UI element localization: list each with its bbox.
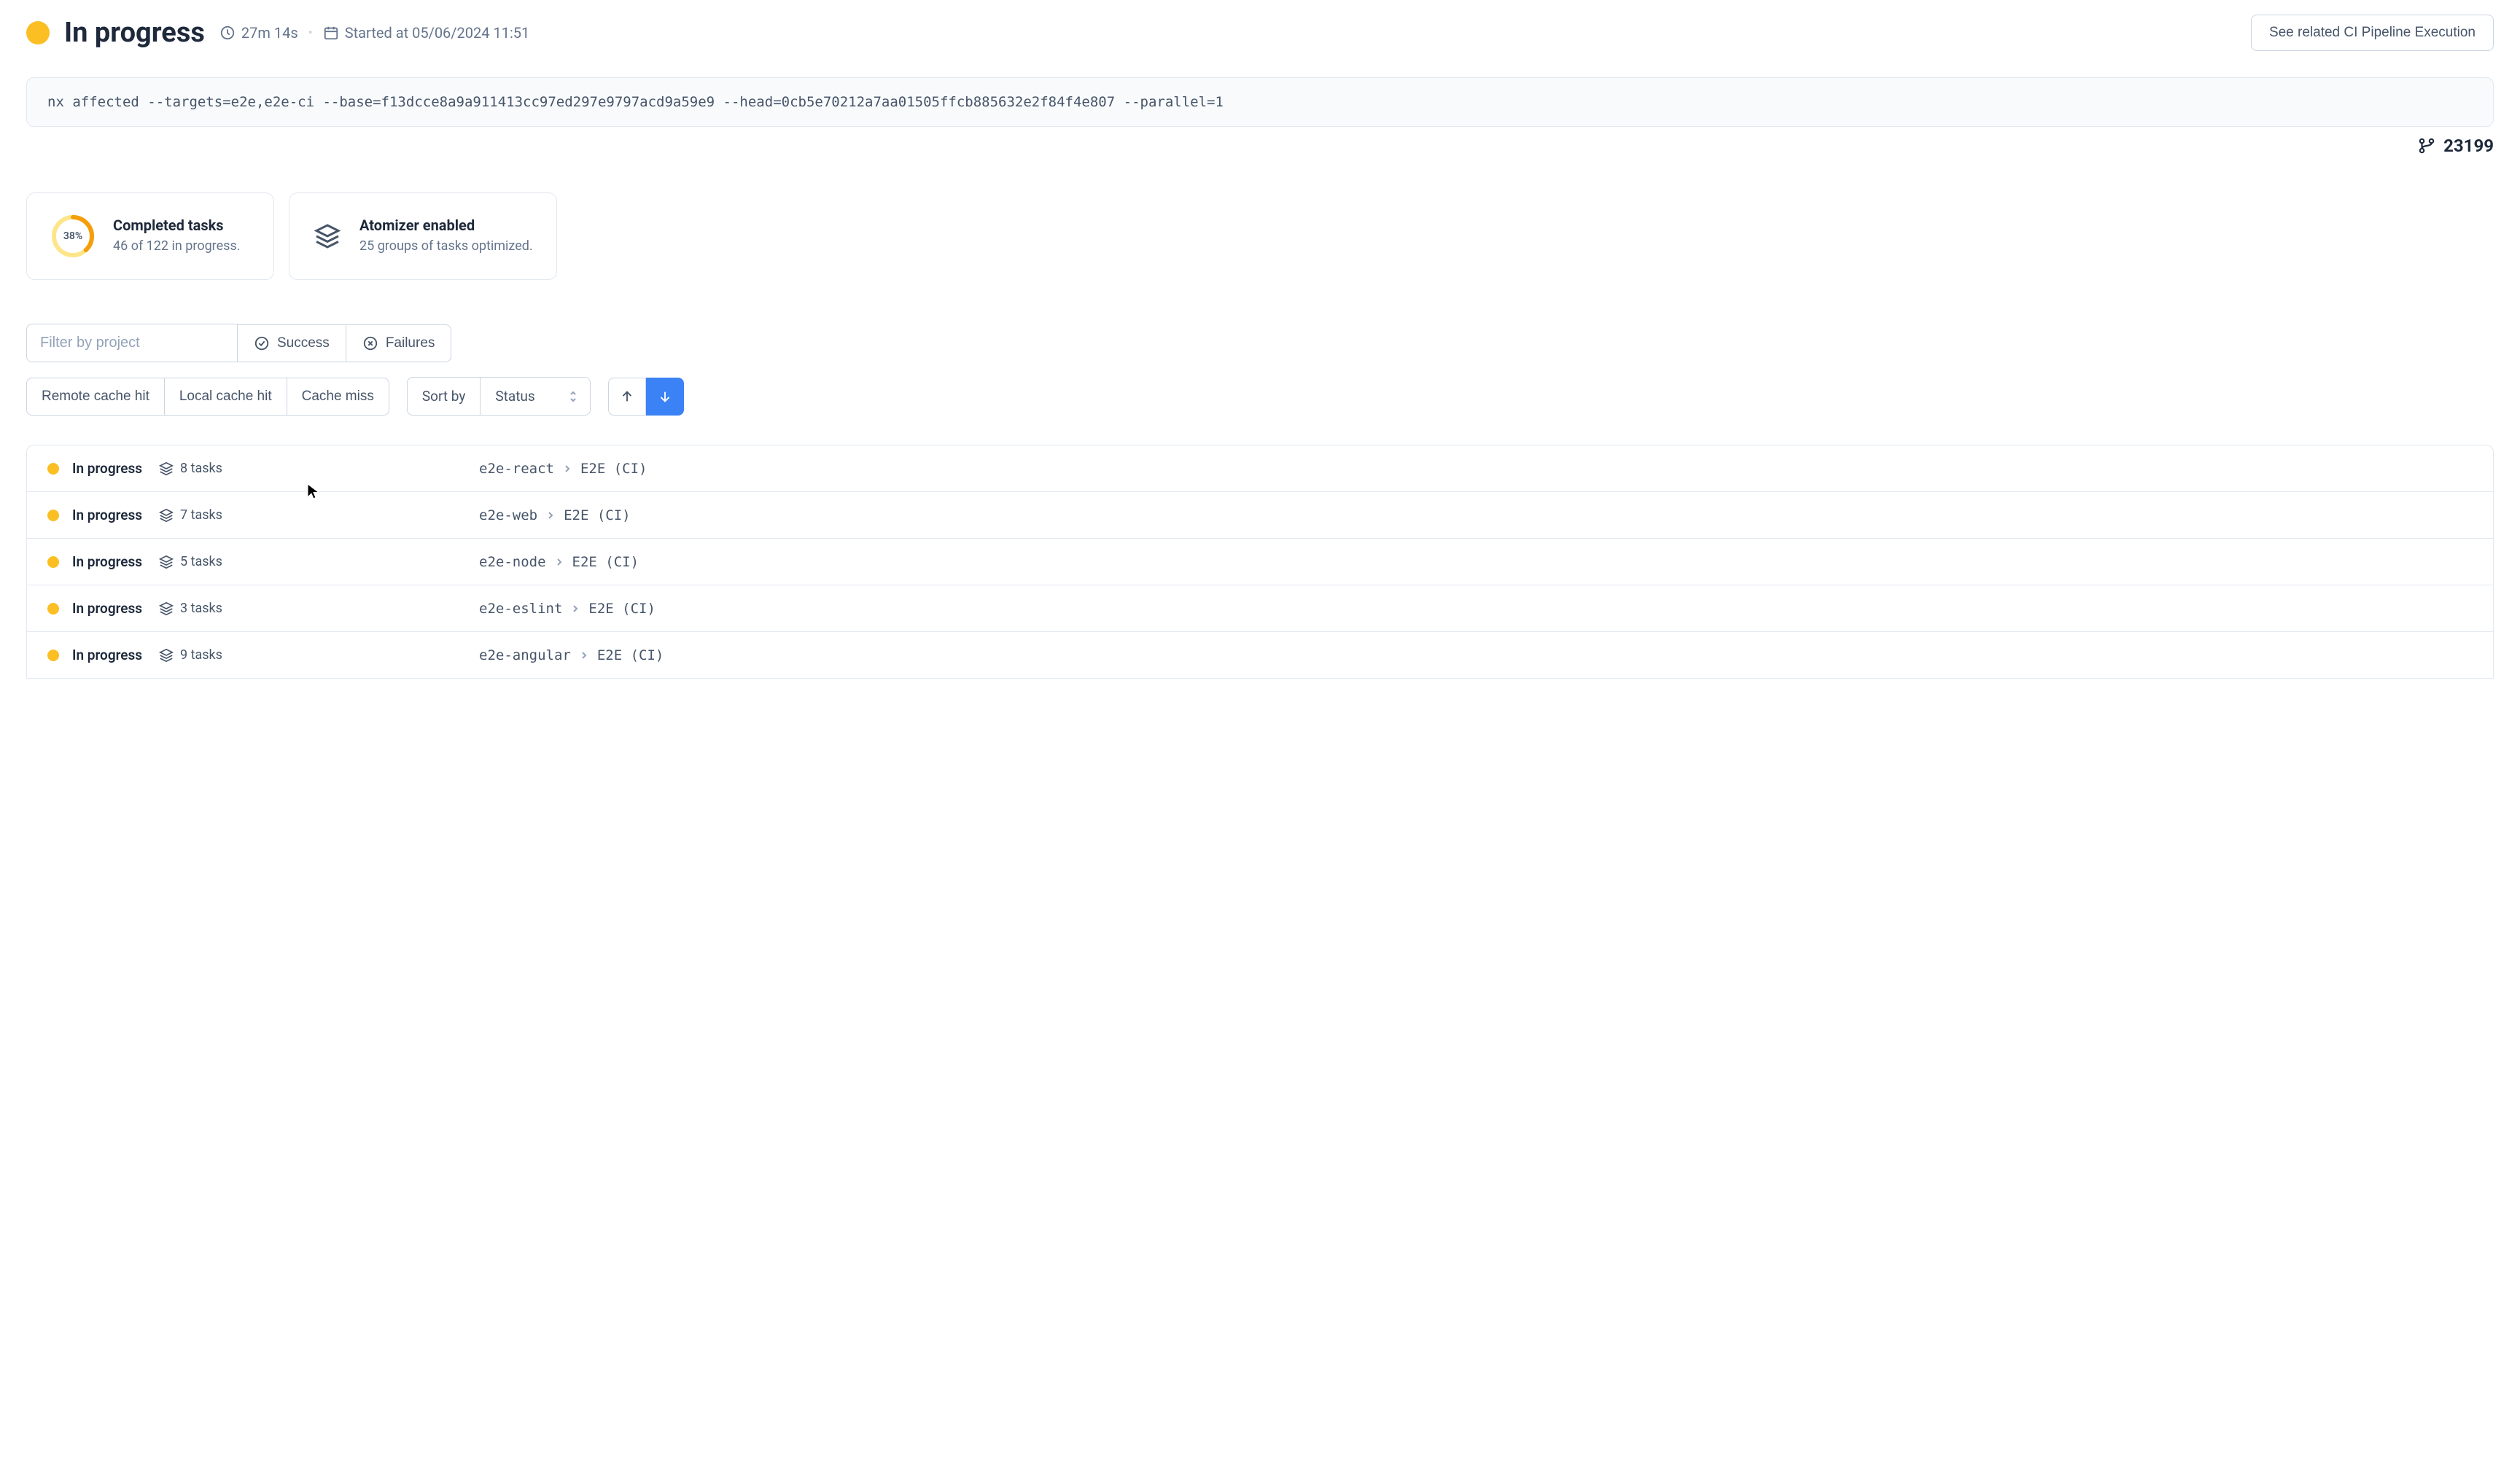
completed-tasks-card[interactable]: 38% Completed tasks 46 of 122 in progres… [26,192,274,280]
task-project: e2e-node [479,554,546,570]
progress-ring-icon: 38% [50,214,96,259]
sort-direction-group [608,378,684,416]
task-target: e2e-react E2E (CI) [479,461,647,477]
task-project: e2e-react [479,461,554,477]
sort-select-wrap[interactable]: Status [481,378,590,415]
status-dot-icon [47,463,59,475]
summary-cards: 38% Completed tasks 46 of 122 in progres… [26,192,2494,280]
status-dot-icon [47,556,59,568]
task-target-name: E2E (CI) [572,554,639,570]
task-target: e2e-angular E2E (CI) [479,647,664,663]
task-row[interactable]: In progress 8 tasks e2e-react E2E (CI) [27,445,2493,492]
remote-cache-button[interactable]: Remote cache hit [26,378,165,416]
sort-by-label: Sort by [408,378,481,415]
task-target: e2e-web E2E (CI) [479,507,631,523]
status-indicator-icon [26,21,50,44]
task-count: 9 tasks [158,647,222,663]
branch-number[interactable]: 23199 [2443,136,2494,156]
task-count: 7 tasks [158,507,222,523]
task-count: 8 tasks [158,461,222,477]
task-target: e2e-node E2E (CI) [479,554,639,570]
completed-subtitle: 46 of 122 in progress. [113,237,241,255]
local-cache-button[interactable]: Local cache hit [165,378,287,416]
task-target-name: E2E (CI) [597,647,664,663]
controls-row: Remote cache hit Local cache hit Cache m… [26,377,2494,416]
ci-pipeline-button[interactable]: See related CI Pipeline Execution [2251,15,2494,51]
chevron-right-icon [580,651,588,660]
task-status: In progress [72,647,145,663]
task-target-name: E2E (CI) [580,461,648,477]
layers-icon [158,461,174,477]
layers-icon [313,222,342,251]
chevron-right-icon [563,464,572,473]
sort-group: Sort by Status [407,377,591,416]
started-text: Started at 05/06/2024 11:51 [345,24,530,42]
x-circle-icon [362,335,378,351]
card-content: Atomizer enabled 25 groups of tasks opti… [359,217,533,255]
task-row[interactable]: In progress 7 tasks e2e-web E2E (CI) [27,492,2493,539]
task-status: In progress [72,460,145,477]
header-left: In progress 27m 14s • Started at 05/06/2… [26,17,529,49]
status-dot-icon [47,650,59,661]
cache-filter-group: Remote cache hit Local cache hit Cache m… [26,378,389,416]
task-target-name: E2E (CI) [588,601,656,617]
task-count: 3 tasks [158,601,222,617]
cache-miss-button[interactable]: Cache miss [287,378,389,416]
failures-label: Failures [386,335,435,351]
check-circle-icon [254,335,270,351]
atomizer-subtitle: 25 groups of tasks optimized. [359,237,533,255]
project-filter-input[interactable] [26,324,238,362]
layers-icon [158,507,174,523]
calendar-icon [323,25,339,41]
sort-desc-button[interactable] [646,378,684,416]
duration-text: 27m 14s [241,24,298,42]
branch-row: 23199 [26,136,2494,156]
task-row[interactable]: In progress 3 tasks e2e-eslint E2E (CI) [27,585,2493,632]
status-dot-icon [47,603,59,615]
chevron-right-icon [555,558,564,566]
meta-group: 27m 14s • Started at 05/06/2024 11:51 [219,24,529,42]
duration-meta: 27m 14s [219,24,298,42]
clock-icon [219,25,236,41]
atomizer-title: Atomizer enabled [359,217,533,234]
page-title: In progress [64,17,205,49]
task-row[interactable]: In progress 9 tasks e2e-angular E2E (CI) [27,632,2493,678]
sort-asc-button[interactable] [608,378,646,416]
task-project: e2e-angular [479,647,571,663]
atomizer-card[interactable]: Atomizer enabled 25 groups of tasks opti… [289,192,557,280]
arrow-up-icon [619,389,635,405]
task-count: 5 tasks [158,554,222,570]
task-status: In progress [72,553,145,570]
progress-percent: 38% [63,230,82,242]
failures-filter-button[interactable]: Failures [346,324,452,362]
layers-icon [158,601,174,617]
task-status: In progress [72,600,145,617]
header: In progress 27m 14s • Started at 05/06/2… [26,15,2494,51]
task-project: e2e-web [479,507,537,523]
chevron-right-icon [546,511,555,520]
task-target: e2e-eslint E2E (CI) [479,601,656,617]
task-status: In progress [72,507,145,523]
task-list: In progress 8 tasks e2e-react E2E (CI) I… [26,445,2494,679]
branch-icon [2417,136,2436,155]
arrow-down-icon [657,389,673,405]
status-dot-icon [47,510,59,521]
layers-icon [158,647,174,663]
layers-icon [158,554,174,570]
task-row[interactable]: In progress 5 tasks e2e-node E2E (CI) [27,539,2493,585]
started-meta: Started at 05/06/2024 11:51 [323,24,530,42]
task-project: e2e-eslint [479,601,562,617]
chevron-right-icon [571,604,580,613]
command-block[interactable]: nx affected --targets=e2e,e2e-ci --base=… [26,77,2494,127]
filter-row: Success Failures [26,324,2494,362]
meta-separator: • [308,26,313,41]
task-target-name: E2E (CI) [564,507,631,523]
card-content: Completed tasks 46 of 122 in progress. [113,217,241,255]
success-filter-button[interactable]: Success [238,324,346,362]
success-label: Success [277,335,330,351]
completed-title: Completed tasks [113,217,241,234]
sort-select[interactable]: Status [481,378,590,415]
